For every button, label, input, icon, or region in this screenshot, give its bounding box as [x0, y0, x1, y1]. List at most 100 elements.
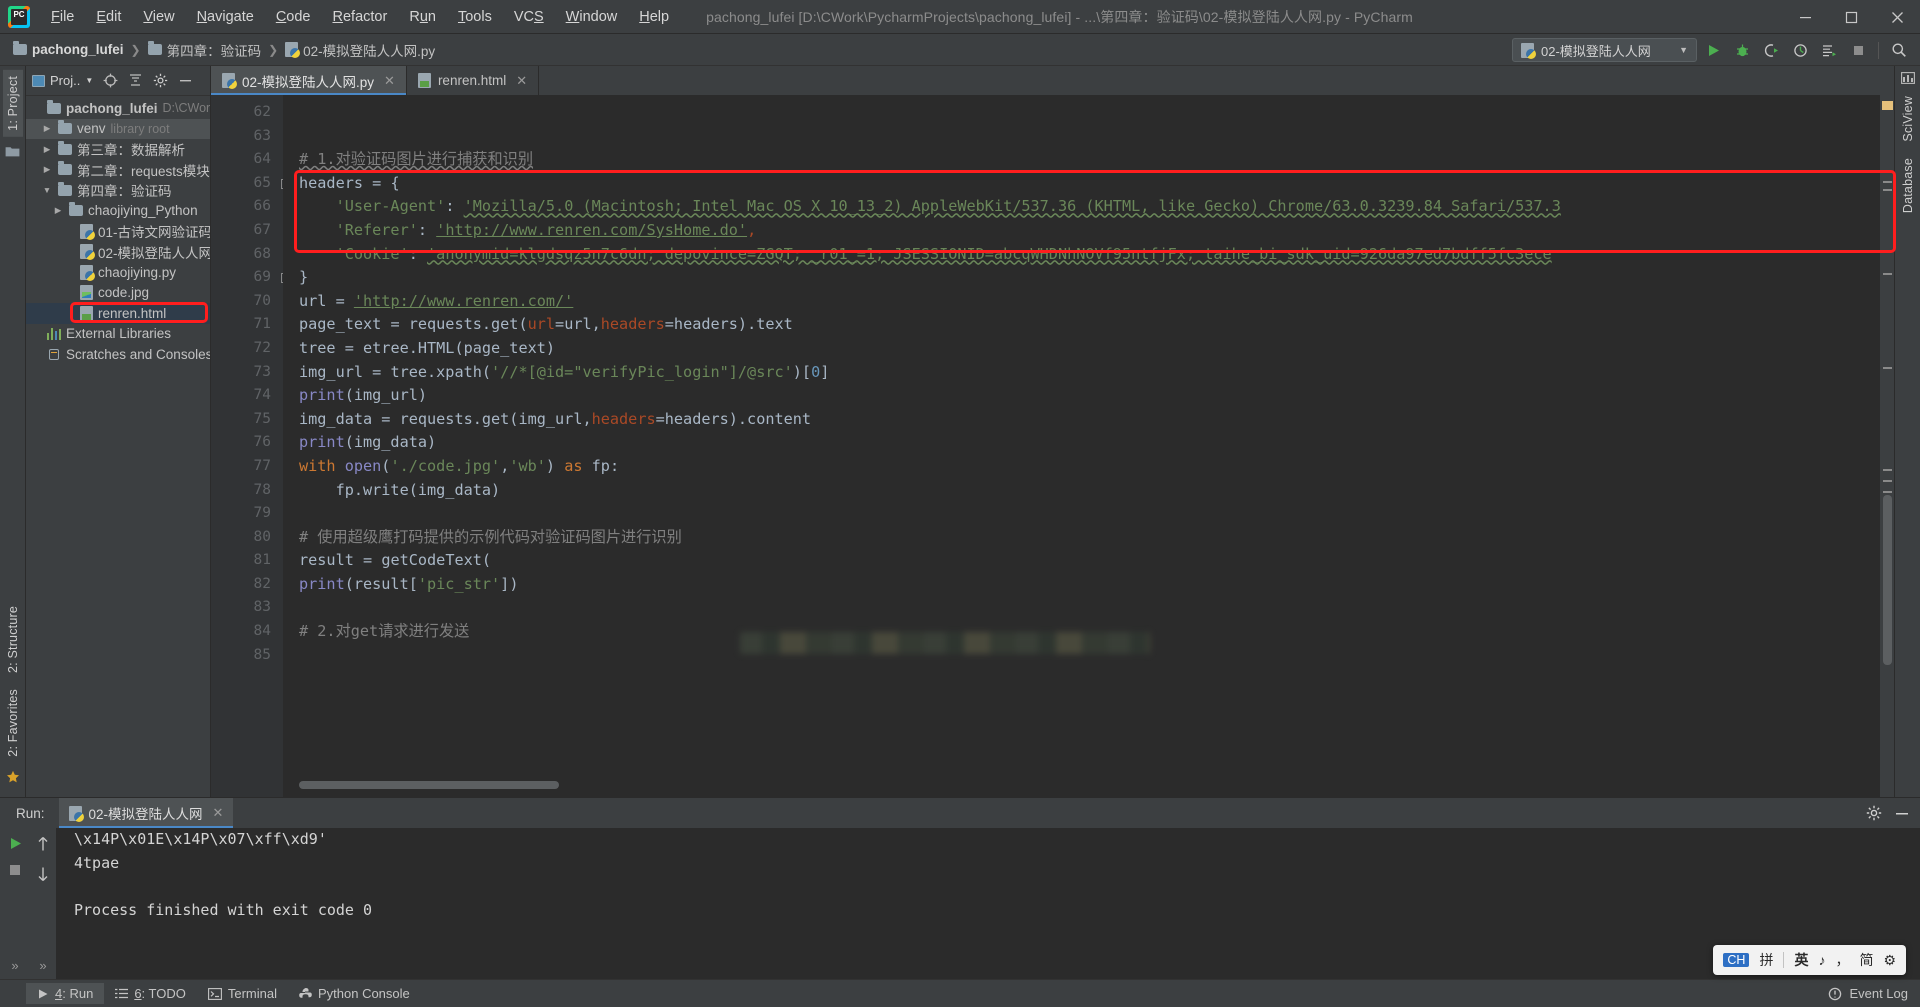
- project-panel-title[interactable]: Proj.. ▼: [32, 73, 93, 88]
- settings-gear-icon[interactable]: [152, 73, 168, 89]
- gear-icon[interactable]: [1866, 805, 1882, 821]
- maximize-button[interactable]: [1828, 0, 1874, 34]
- project-tree[interactable]: pachong_lufei D:\CWork\P.. ▶ venv library ro…: [26, 96, 210, 797]
- tool-window-structure[interactable]: 2: Structure: [3, 600, 23, 679]
- menu-item-refactor[interactable]: Refactor: [322, 5, 399, 29]
- menu-item-run[interactable]: Run: [398, 5, 447, 29]
- image-file-icon: [80, 285, 93, 301]
- tree-item-venv[interactable]: ▶ venv library root: [26, 118, 210, 139]
- tree-item-scratchesandconsoles[interactable]: Scratches and Consoles: [26, 344, 210, 365]
- favorites-star-icon[interactable]: [6, 767, 20, 787]
- status-bar-item-0[interactable]: 4: Run: [26, 983, 105, 1004]
- code-token: =url,: [555, 315, 601, 334]
- tree-item-pachonglufei[interactable]: pachong_lufei D:\CWork\P..: [26, 98, 210, 119]
- stop-button[interactable]: [1845, 37, 1871, 63]
- tree-item-02py[interactable]: 02-模拟登陆人人网.py: [26, 242, 210, 263]
- main-body: 1: Project 2: Structure 2: Favorites Pro…: [0, 66, 1920, 797]
- code-token: =headers).content: [655, 409, 812, 428]
- tree-item-codejpg[interactable]: code.jpg: [26, 283, 210, 304]
- run-configuration-selector[interactable]: 02-模拟登陆人人网 ▼: [1512, 38, 1697, 62]
- status-bar-item-1[interactable]: 6: TODO: [104, 983, 197, 1004]
- breadcrumb-item-2[interactable]: 02-模拟登陆人人网.py: [282, 38, 438, 62]
- breadcrumb-item-0[interactable]: pachong_lufei: [10, 40, 127, 59]
- line-number: 84: [253, 623, 271, 640]
- expand-left-icon[interactable]: »: [11, 958, 18, 979]
- tree-item-label: 第二章：requests模块基础: [77, 163, 210, 179]
- run-console-output[interactable]: \x14P\x01E\x14P\x07\xff\xd9' 4tpae Process…: [56, 828, 1920, 979]
- redacted-code-region: [740, 632, 1150, 654]
- breadcrumb-item-1[interactable]: 第四章：验证码: [145, 38, 265, 62]
- minimize-panel-icon[interactable]: [1894, 805, 1910, 821]
- folder-icon: [58, 120, 72, 135]
- breadcrumb: pachong_lufei ❯ 第四章：验证码 ❯ 02-模拟登陆人人网.py: [0, 38, 438, 62]
- tree-item-chaojiyingpython[interactable]: ▶ chaojiying_Python: [26, 201, 210, 222]
- twisty-collapsed-icon[interactable]: ▶: [41, 164, 53, 175]
- tree-item-requests[interactable]: ▶ 第二章：requests模块基础: [26, 160, 210, 181]
- menu-item-window[interactable]: Window: [555, 5, 629, 29]
- rerun-button[interactable]: [8, 836, 23, 851]
- tool-window-favorites[interactable]: 2: Favorites: [3, 683, 23, 763]
- tree-item-[interactable]: ▶ 第三章：数据解析: [26, 139, 210, 160]
- run-panel-tab[interactable]: 02-模拟登陆人人网 ✕: [58, 798, 234, 828]
- editor-tab-0[interactable]: 02-模拟登陆人人网.py ✕: [211, 66, 407, 95]
- twisty-expanded-icon[interactable]: ▼: [41, 185, 53, 195]
- editor-scrollbar-thumb[interactable]: [1883, 495, 1892, 665]
- status-bar-item-2[interactable]: Terminal: [197, 983, 288, 1004]
- ime-simplified-button[interactable]: 简: [1859, 950, 1873, 970]
- code-token: 'User-Agent': [299, 197, 446, 216]
- twisty-collapsed-icon[interactable]: ▶: [41, 123, 53, 134]
- run-with-console-button[interactable]: [1816, 37, 1842, 63]
- menu-item-file[interactable]: File: [40, 5, 85, 29]
- ime-lang-tag[interactable]: CH: [1723, 953, 1750, 967]
- tool-window-project[interactable]: 1: Project: [2, 70, 23, 137]
- menu-item-navigate[interactable]: Navigate: [186, 5, 265, 29]
- tool-window-sciview[interactable]: SciView: [1898, 90, 1918, 148]
- menu-item-tools[interactable]: Tools: [447, 5, 503, 29]
- target-icon[interactable]: [102, 73, 118, 89]
- tree-item-renrenhtml[interactable]: renren.html: [26, 303, 210, 324]
- menu-item-vcs[interactable]: VCS: [503, 5, 555, 29]
- close-icon[interactable]: ✕: [516, 73, 527, 89]
- tree-item-label: pachong_lufei: [66, 100, 158, 116]
- close-icon[interactable]: ✕: [384, 73, 395, 89]
- run-button[interactable]: [1700, 37, 1726, 63]
- menu-item-view[interactable]: View: [132, 5, 185, 29]
- close-icon[interactable]: ✕: [213, 805, 224, 821]
- menu-item-help[interactable]: Help: [628, 5, 680, 29]
- menu-item-edit[interactable]: Edit: [85, 5, 132, 29]
- profile-button[interactable]: [1787, 37, 1813, 63]
- sciview-panel-icon[interactable]: [1900, 70, 1915, 86]
- tree-item-chaojiyingpy[interactable]: chaojiying.py: [26, 262, 210, 283]
- editor-marker-strip[interactable]: [1880, 95, 1894, 797]
- twisty-collapsed-icon[interactable]: ▶: [52, 205, 64, 216]
- ime-settings-icon[interactable]: ⚙: [1883, 952, 1896, 969]
- tool-window-database[interactable]: Database: [1898, 152, 1918, 219]
- debug-button[interactable]: [1729, 37, 1755, 63]
- menu-item-code[interactable]: Code: [265, 5, 322, 29]
- tree-item-externallibraries[interactable]: External Libraries: [26, 324, 210, 345]
- ime-pinyin-icon[interactable]: 拼: [1759, 950, 1773, 970]
- tree-item-01[interactable]: 01-古诗文网验证码识别: [26, 221, 210, 242]
- code-content[interactable]: # 1.对验证码图片进行捕获和识别 headers = { 'User-Agent…: [283, 95, 1880, 797]
- expand-right-icon[interactable]: »: [39, 958, 46, 979]
- scroll-up-icon[interactable]: [36, 836, 50, 852]
- run-coverage-button[interactable]: [1758, 37, 1784, 63]
- collapse-all-icon[interactable]: [127, 73, 143, 89]
- scratches-icon: [47, 348, 61, 361]
- scroll-down-icon[interactable]: [36, 866, 50, 882]
- close-button[interactable]: [1874, 0, 1920, 34]
- editor-horizontal-scrollbar[interactable]: [299, 781, 559, 789]
- editor-tab-1[interactable]: renren.html ✕: [407, 66, 540, 95]
- stop-button[interactable]: [8, 863, 22, 877]
- minimize-button[interactable]: [1782, 0, 1828, 34]
- tree-item-[interactable]: ▼ 第四章：验证码: [26, 180, 210, 201]
- ime-comma-icon[interactable]: ，: [1835, 950, 1849, 970]
- hide-panel-icon[interactable]: [177, 73, 193, 89]
- twisty-collapsed-icon[interactable]: ▶: [41, 144, 53, 155]
- search-everywhere-icon[interactable]: [1886, 37, 1912, 63]
- status-bar-item-3[interactable]: Python Console: [288, 983, 421, 1004]
- ime-mode-button[interactable]: 英: [1794, 950, 1808, 970]
- line-number: 72: [253, 339, 271, 356]
- ime-music-icon[interactable]: ♪: [1818, 952, 1825, 968]
- event-log-button[interactable]: Event Log: [1828, 986, 1908, 1001]
